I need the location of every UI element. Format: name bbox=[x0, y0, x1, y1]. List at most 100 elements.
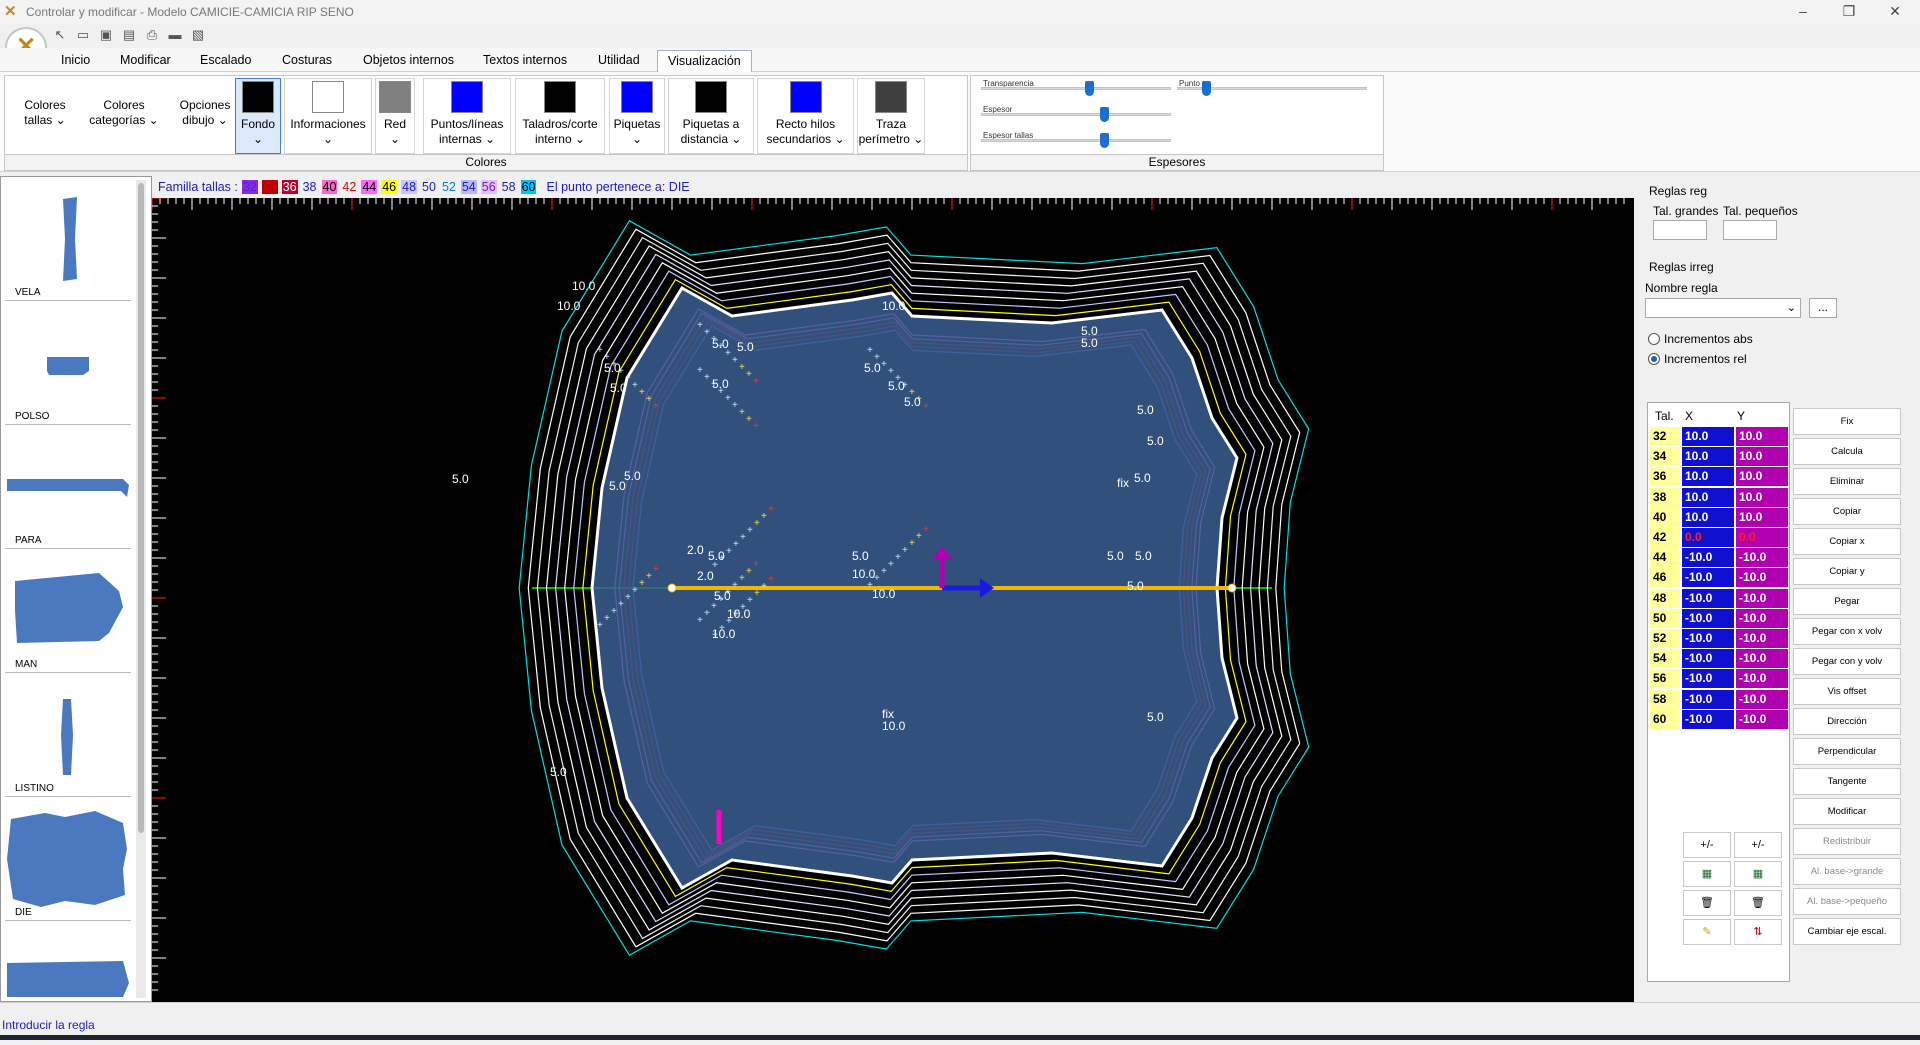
size-chip[interactable]: 34 bbox=[261, 180, 278, 194]
cell-y[interactable]: -10.0 bbox=[1736, 588, 1788, 608]
cell-x[interactable]: 0.0 bbox=[1682, 528, 1734, 547]
size-chip[interactable]: 36 bbox=[281, 180, 298, 194]
size-chip[interactable]: 44 bbox=[361, 180, 378, 194]
cell-x[interactable]: 10.0 bbox=[1682, 427, 1734, 446]
piece-polso[interactable]: POLSO bbox=[5, 303, 131, 425]
swatch-button-4[interactable]: Taladros/corte interno ⌄ bbox=[515, 78, 605, 154]
transparencia-slider[interactable] bbox=[1085, 81, 1094, 96]
tab-utilidad[interactable]: Utilidad bbox=[588, 50, 650, 72]
table-row[interactable]: 60 -10.0 -10.0 bbox=[1650, 709, 1788, 729]
size-chip[interactable]: 48 bbox=[401, 180, 418, 194]
cell-y[interactable]: 10.0 bbox=[1736, 447, 1788, 467]
swatch-button-1[interactable]: Informaciones ⌄ bbox=[284, 78, 372, 154]
table-grid-icon-1[interactable]: ▦ bbox=[1683, 861, 1731, 887]
cell-tal[interactable]: 54 bbox=[1650, 649, 1680, 669]
table-row[interactable]: 44 -10.0 -10.0 bbox=[1650, 548, 1788, 568]
swatch-button-8[interactable]: Traza perímetro ⌄ bbox=[857, 78, 925, 154]
punto-slider[interactable] bbox=[1202, 81, 1211, 96]
incrementos-rel-radio[interactable] bbox=[1648, 353, 1660, 365]
tab-objetos-internos[interactable]: Objetos internos bbox=[353, 50, 464, 72]
cell-y[interactable]: -10.0 bbox=[1736, 649, 1788, 669]
action-button-al-base-peque-o[interactable]: Al. base->pequeño bbox=[1793, 888, 1901, 915]
minimize-icon[interactable]: – bbox=[1780, 0, 1826, 24]
table-row[interactable]: 46 -10.0 -10.0 bbox=[1650, 568, 1788, 588]
print-icon[interactable]: ⎙ bbox=[144, 27, 160, 45]
action-button-vis-offset[interactable]: Vis offset bbox=[1793, 678, 1901, 705]
action-button-pegar-con-y-volv[interactable]: Pegar con y volv bbox=[1793, 648, 1901, 675]
size-chip[interactable]: 38 bbox=[302, 180, 318, 194]
browse-button[interactable]: ... bbox=[1809, 298, 1837, 318]
pointer-icon[interactable]: ↖ bbox=[52, 27, 68, 45]
tab-costuras[interactable]: Costuras bbox=[272, 50, 342, 72]
cell-x[interactable]: -10.0 bbox=[1682, 629, 1734, 648]
table-row[interactable]: 54 -10.0 -10.0 bbox=[1650, 649, 1788, 669]
action-button-al-base-grande[interactable]: Al. base->grande bbox=[1793, 858, 1901, 885]
fix-point-right[interactable] bbox=[1227, 583, 1237, 593]
swatch-button-7[interactable]: Recto hilos secundarios ⌄ bbox=[757, 78, 854, 154]
cell-y[interactable]: 10.0 bbox=[1736, 507, 1788, 527]
size-chip[interactable]: 50 bbox=[421, 180, 437, 194]
cell-tal[interactable]: 50 bbox=[1650, 608, 1680, 628]
cell-y[interactable]: -10.0 bbox=[1736, 689, 1788, 709]
action-button-perpendicular[interactable]: Perpendicular bbox=[1793, 738, 1901, 765]
save-icon[interactable]: ▣ bbox=[98, 27, 114, 45]
cell-y[interactable]: -10.0 bbox=[1736, 608, 1788, 628]
table-row[interactable]: 52 -10.0 -10.0 bbox=[1650, 629, 1788, 648]
table-row[interactable]: 48 -10.0 -10.0 bbox=[1650, 588, 1788, 608]
cell-x[interactable]: 10.0 bbox=[1682, 467, 1734, 487]
action-button-cambiar-eje-escal-[interactable]: Cambiar eje escal. bbox=[1793, 918, 1901, 945]
swatch-button-2[interactable]: Red ⌄ bbox=[375, 78, 415, 154]
cell-tal[interactable]: 32 bbox=[1650, 427, 1680, 446]
table-row[interactable]: 34 10.0 10.0 bbox=[1650, 447, 1788, 467]
cell-x[interactable]: -10.0 bbox=[1682, 608, 1734, 628]
swatch-button-6[interactable]: Piquetas a distancia ⌄ bbox=[668, 78, 754, 154]
action-button-copiar[interactable]: Copiar bbox=[1793, 498, 1901, 525]
table-row[interactable]: 42 0.0 0.0 bbox=[1650, 528, 1788, 547]
action-button-pegar-con-x-volv[interactable]: Pegar con x volv bbox=[1793, 618, 1901, 645]
size-chip[interactable]: 52 bbox=[441, 180, 457, 194]
cell-x[interactable]: -10.0 bbox=[1682, 588, 1734, 608]
close-icon[interactable]: ✕ bbox=[1872, 0, 1918, 24]
tab-visualizacion[interactable]: Visualización bbox=[657, 50, 752, 72]
table-row[interactable]: 50 -10.0 -10.0 bbox=[1650, 608, 1788, 628]
cell-tal[interactable]: 48 bbox=[1650, 588, 1680, 608]
cell-tal[interactable]: 36 bbox=[1650, 467, 1680, 487]
cell-x[interactable]: 10.0 bbox=[1682, 447, 1734, 467]
cell-y[interactable]: -10.0 bbox=[1736, 568, 1788, 588]
cell-y[interactable]: -10.0 bbox=[1736, 669, 1788, 689]
cell-y[interactable]: 10.0 bbox=[1736, 427, 1788, 446]
cell-tal[interactable]: 40 bbox=[1650, 507, 1680, 527]
table-row[interactable]: 38 10.0 10.0 bbox=[1650, 487, 1788, 507]
action-button-copiar-y[interactable]: Copiar y bbox=[1793, 558, 1901, 585]
table-row[interactable]: 36 10.0 10.0 bbox=[1650, 467, 1788, 487]
cell-x[interactable]: -10.0 bbox=[1682, 548, 1734, 568]
cell-tal[interactable]: 42 bbox=[1650, 528, 1680, 547]
piece-die[interactable]: DIE bbox=[5, 799, 131, 921]
cell-tal[interactable]: 34 bbox=[1650, 447, 1680, 467]
nombre-regla-select[interactable]: ⌄ bbox=[1645, 298, 1801, 318]
piece-vela[interactable]: VELA bbox=[5, 179, 131, 301]
cell-x[interactable]: -10.0 bbox=[1682, 689, 1734, 709]
swatch-button-0[interactable]: Fondo ⌄ bbox=[235, 78, 281, 154]
pieces-scroll-thumb[interactable] bbox=[138, 183, 144, 833]
cell-tal[interactable]: 56 bbox=[1650, 669, 1680, 689]
fix-point-left[interactable] bbox=[667, 583, 677, 593]
espesor-tallas-slider[interactable] bbox=[1100, 133, 1109, 148]
tab-modificar[interactable]: Modificar bbox=[110, 50, 181, 72]
cell-tal[interactable]: 52 bbox=[1650, 629, 1680, 648]
table-row[interactable]: 40 10.0 10.0 bbox=[1650, 507, 1788, 527]
size-chip[interactable]: 54 bbox=[460, 180, 477, 194]
action-button-tangente[interactable]: Tangente bbox=[1793, 768, 1901, 795]
size-chip[interactable]: 58 bbox=[501, 180, 517, 194]
trash-icon-1[interactable]: 🗑 bbox=[1683, 890, 1731, 916]
cell-x[interactable]: -10.0 bbox=[1682, 669, 1734, 689]
action-button-eliminar[interactable]: Eliminar bbox=[1793, 468, 1901, 495]
table-row[interactable]: 58 -10.0 -10.0 bbox=[1650, 689, 1788, 709]
trash-icon-2[interactable]: 🗑 bbox=[1734, 890, 1782, 916]
table-grid-icon-2[interactable]: ▦ bbox=[1734, 861, 1782, 887]
plus-minus-button-2[interactable]: +/- bbox=[1734, 832, 1782, 858]
cell-y[interactable]: 10.0 bbox=[1736, 487, 1788, 507]
swatch-button-3[interactable]: Puntos/líneas internas ⌄ bbox=[423, 78, 511, 154]
table-row[interactable]: 56 -10.0 -10.0 bbox=[1650, 669, 1788, 689]
tab-textos-internos[interactable]: Textos internos bbox=[473, 50, 577, 72]
